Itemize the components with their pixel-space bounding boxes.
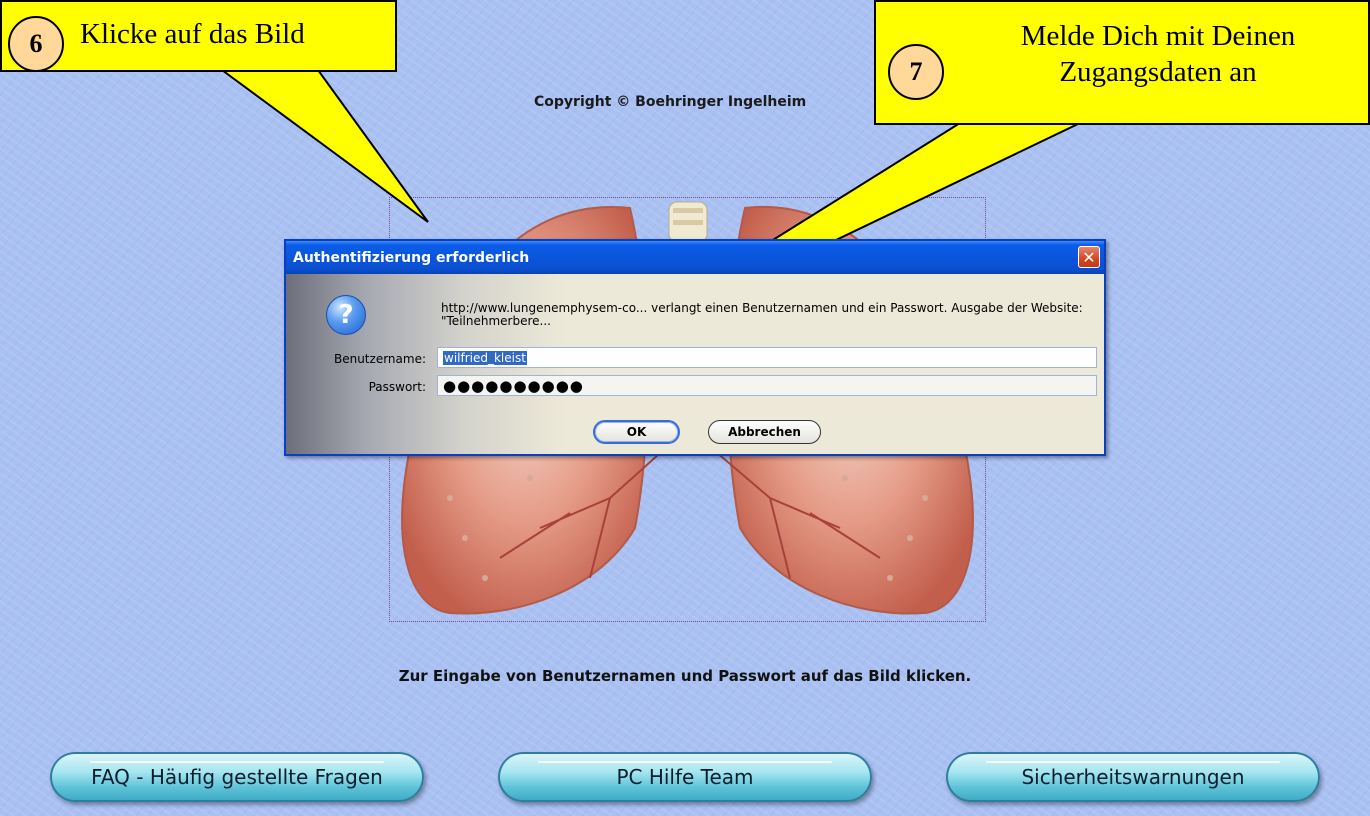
- username-value: wilfried_kleist: [443, 350, 527, 365]
- copyright-text: Copyright © Boehringer Ingelheim: [534, 94, 807, 110]
- step-number-6: 6: [8, 16, 64, 72]
- ok-button[interactable]: OK: [593, 420, 680, 444]
- faq-button[interactable]: FAQ - Häufig gestellte Fragen: [50, 752, 424, 802]
- dialog-title: Authentifizierung erforderlich: [293, 250, 530, 266]
- callout-step-6-text: Klicke auf das Bild: [80, 18, 305, 50]
- password-input[interactable]: ●●●●●●●●●●: [437, 375, 1097, 396]
- callout-step-7: 7 Melde Dich mit Deinen Zugangsdaten an: [874, 0, 1370, 125]
- step-number-7: 7: [888, 44, 944, 100]
- username-label: Benutzername:: [333, 352, 426, 366]
- password-value: ●●●●●●●●●●: [443, 376, 584, 395]
- password-label: Passwort:: [368, 380, 426, 394]
- cancel-button[interactable]: Abbrechen: [708, 420, 821, 444]
- security-warnings-button[interactable]: Sicherheitswarnungen: [946, 752, 1320, 802]
- dialog-titlebar[interactable]: Authentifizierung erforderlich ✕: [286, 241, 1104, 274]
- dialog-body: ? http://www.lungenemphysem-co... verlan…: [286, 274, 1104, 454]
- dialog-message: http://www.lungenemphysem-co... verlangt…: [441, 301, 1083, 328]
- callout-step-7-text: Melde Dich mit Deinen Zugangsdaten an: [1020, 20, 1296, 88]
- authentication-dialog: Authentifizierung erforderlich ✕ ? http:…: [284, 239, 1106, 456]
- question-icon: ?: [326, 295, 366, 335]
- username-input[interactable]: wilfried_kleist: [437, 347, 1097, 368]
- close-button[interactable]: ✕: [1078, 246, 1100, 268]
- pc-help-team-button[interactable]: PC Hilfe Team: [498, 752, 872, 802]
- callout-step-6: 6 Klicke auf das Bild: [0, 0, 397, 72]
- instruction-text: Zur Eingabe von Benutzernamen und Passwo…: [398, 667, 972, 685]
